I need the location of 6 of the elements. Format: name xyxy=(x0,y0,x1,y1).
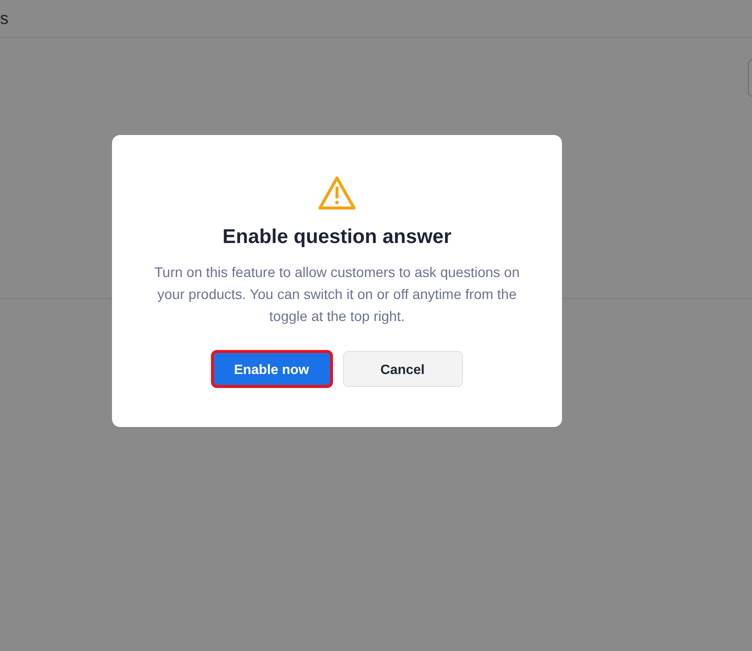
dialog-message: Turn on this feature to allow customers to ask questions on your products. You can switch it on or off anytime from the toggle at the top right. xyxy=(153,263,521,326)
cancel-button[interactable]: Cancel xyxy=(342,351,462,387)
enable-button[interactable]: Enable now xyxy=(212,351,332,387)
warning-icon xyxy=(318,176,356,210)
header-text: s xyxy=(0,8,8,28)
dialog-title: Enable question answer xyxy=(222,226,452,249)
